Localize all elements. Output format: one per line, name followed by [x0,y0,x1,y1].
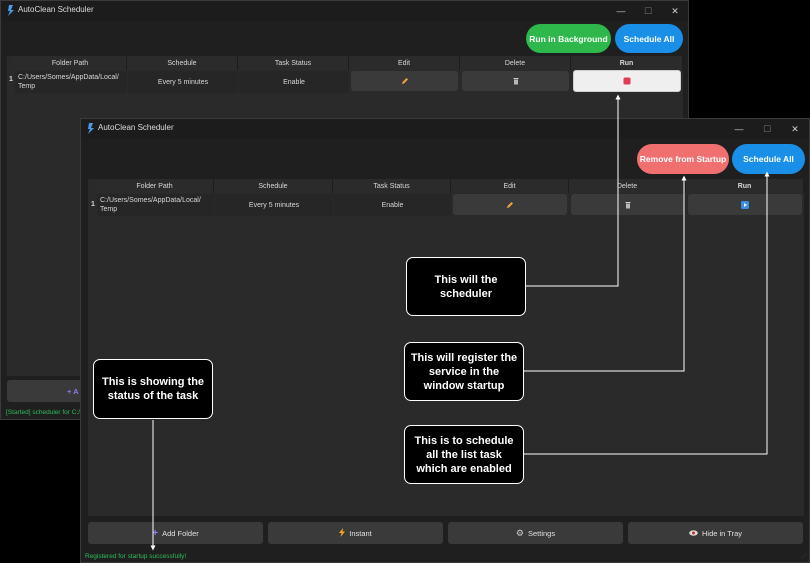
callout-startup: This will register the service in the wi… [404,342,524,401]
arrow-to-schedule-all [524,171,770,455]
callout-schedule-all: This is to schedule all the list task wh… [404,425,524,484]
callout-status: This is showing the status of the task [93,359,213,419]
arrow-to-run-button [526,94,621,287]
callout-scheduler: This will the scheduler [406,257,526,316]
arrow-to-remove-startup [524,175,687,372]
